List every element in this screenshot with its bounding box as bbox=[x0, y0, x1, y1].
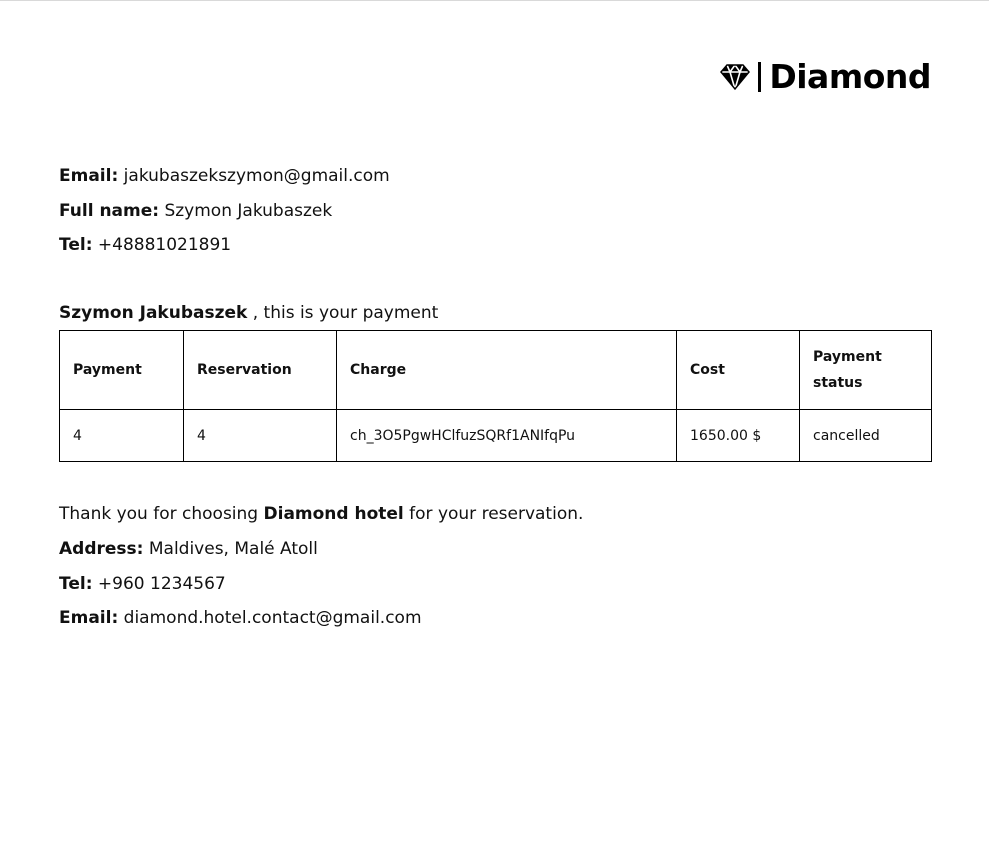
customer-tel-label: Tel: bbox=[59, 235, 93, 255]
hotel-info: Thank you for choosing Diamond hotel for… bbox=[59, 504, 583, 643]
customer-fullname: Szymon Jakubaszek bbox=[164, 200, 333, 221]
hotel-email-label: Email: bbox=[59, 608, 119, 629]
header-charge: Charge bbox=[336, 330, 677, 410]
cell-reservation: 4 bbox=[183, 409, 337, 462]
customer-email-label: Email: bbox=[59, 166, 119, 186]
brand-logo: Diamond bbox=[718, 58, 931, 96]
hotel-name: Diamond hotel bbox=[263, 504, 404, 524]
header-payment: Payment bbox=[59, 330, 184, 410]
brand-name: Diamond bbox=[769, 57, 931, 96]
payment-table: Payment Reservation Charge Cost Payment … bbox=[59, 330, 932, 462]
customer-tel-line: Tel: +48881021891 bbox=[59, 235, 390, 255]
cell-charge: ch_3O5PgwHClfuzSQRf1ANIfqPu bbox=[336, 409, 677, 462]
customer-email-line: Email: jakubaszekszymon@gmail.com bbox=[59, 166, 390, 186]
customer-fullname-label: Full name: bbox=[59, 200, 160, 221]
hotel-address-line: Address: Maldives, Malé Atoll bbox=[59, 539, 583, 559]
customer-email: jakubaszekszymon@gmail.com bbox=[123, 166, 390, 186]
cell-payment: 4 bbox=[59, 409, 184, 462]
header-reservation: Reservation bbox=[183, 330, 337, 410]
customer-tel: +48881021891 bbox=[97, 235, 232, 255]
hotel-tel: +960 1234567 bbox=[97, 573, 226, 594]
hotel-tel-label: Tel: bbox=[59, 573, 93, 594]
hotel-address-label: Address: bbox=[59, 538, 144, 559]
thanks-prefix: Thank you for choosing bbox=[59, 504, 264, 524]
hotel-tel-line: Tel: +960 1234567 bbox=[59, 574, 583, 594]
table-row: 4 4 ch_3O5PgwHClfuzSQRf1ANIfqPu 1650.00 … bbox=[59, 409, 932, 462]
customer-info: Email: jakubaszekszymon@gmail.com Full n… bbox=[59, 166, 390, 270]
logo-divider bbox=[758, 62, 762, 92]
hotel-email: diamond.hotel.contact@gmail.com bbox=[123, 608, 422, 629]
header-payment-status: Payment status bbox=[799, 330, 932, 410]
hotel-address: Maldives, Malé Atoll bbox=[148, 538, 318, 559]
header-cost: Cost bbox=[676, 330, 800, 410]
hotel-email-line: Email: diamond.hotel.contact@gmail.com bbox=[59, 608, 583, 628]
thanks-suffix: for your reservation. bbox=[403, 504, 584, 524]
thank-you-line: Thank you for choosing Diamond hotel for… bbox=[59, 504, 583, 524]
payment-greeting: Szymon Jakubaszek , this is your payment bbox=[59, 303, 438, 323]
greeting-text: , this is your payment bbox=[247, 303, 439, 323]
cell-cost: 1650.00 $ bbox=[676, 409, 800, 462]
cell-payment-status: cancelled bbox=[799, 409, 932, 462]
greeting-name: Szymon Jakubaszek bbox=[59, 303, 248, 323]
diamond-icon bbox=[718, 60, 752, 94]
table-header-row: Payment Reservation Charge Cost Payment … bbox=[59, 330, 932, 410]
customer-fullname-line: Full name: Szymon Jakubaszek bbox=[59, 201, 390, 221]
